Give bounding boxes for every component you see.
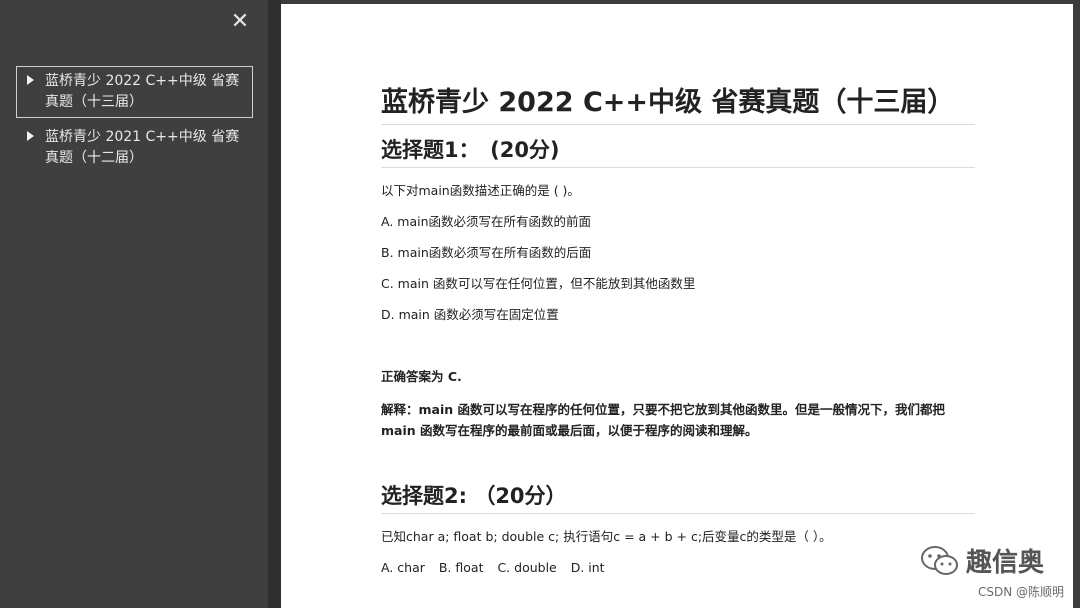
question-text: 以下对main函数描述正确的是 ( )。 <box>381 183 580 198</box>
document-title: 蓝桥青少 2022 C++中级 省赛真题（十三届） <box>381 84 975 125</box>
outline-item-2021[interactable]: 蓝桥青少 2021 C++中级 省赛真题（十二届） <box>16 122 253 174</box>
watermark-brand: 趣信奥 <box>965 548 1044 578</box>
outline-item-label: 蓝桥青少 2022 C++中级 省赛真题（十三届） <box>45 73 240 110</box>
option-b: B. main函数必须写在所有函数的后面 <box>381 245 592 260</box>
section-title-2: 选择题2: （20分） <box>381 481 975 514</box>
outline-sidebar: ✕ 蓝桥青少 2022 C++中级 省赛真题（十三届） 蓝桥青少 2021 C+… <box>0 0 268 608</box>
option-c: C. main 函数可以写在任何位置，但不能放到其他函数里 <box>381 276 696 291</box>
close-icon[interactable]: ✕ <box>228 10 252 34</box>
section-title-1: 选择题1： (20分) <box>381 135 975 168</box>
document-page: 蓝桥青少 2022 C++中级 省赛真题（十三届） 选择题1： (20分) 以下… <box>281 4 1073 608</box>
expand-arrow-icon[interactable] <box>27 131 34 141</box>
option-a: A. char <box>381 560 425 575</box>
question-text: 已知char a; float b; double c; 执行语句c = a +… <box>381 529 832 544</box>
wechat-icon <box>920 544 960 578</box>
option-d: D. main 函数必须写在固定位置 <box>381 307 559 322</box>
splitter[interactable] <box>268 0 281 608</box>
explanation-text: 解释：main 函数可以写在程序的任何位置，只要不把它放到其他函数里。但是一般情… <box>381 402 945 438</box>
watermark: 趣信奥 <box>920 542 1044 579</box>
outline-item-label: 蓝桥青少 2021 C++中级 省赛真题（十二届） <box>45 129 240 166</box>
outline-item-2022[interactable]: 蓝桥青少 2022 C++中级 省赛真题（十三届） <box>16 66 253 118</box>
document-content: 蓝桥青少 2022 C++中级 省赛真题（十三届） 选择题1： (20分) 以下… <box>381 84 975 577</box>
expand-arrow-icon[interactable] <box>27 75 34 85</box>
options-row: A. char B. float C. double D. int <box>381 559 975 577</box>
option-a: A. main函数必须写在所有函数的前面 <box>381 214 592 229</box>
option-b: B. float <box>438 560 484 575</box>
outline-list: 蓝桥青少 2022 C++中级 省赛真题（十三届） 蓝桥青少 2021 C++中… <box>16 66 253 178</box>
watermark-credit: CSDN @陈顺明 <box>977 585 1064 599</box>
option-d: D. int <box>570 560 605 575</box>
answer-text: 正确答案为 C. <box>381 369 462 384</box>
option-c: C. double <box>497 560 557 575</box>
